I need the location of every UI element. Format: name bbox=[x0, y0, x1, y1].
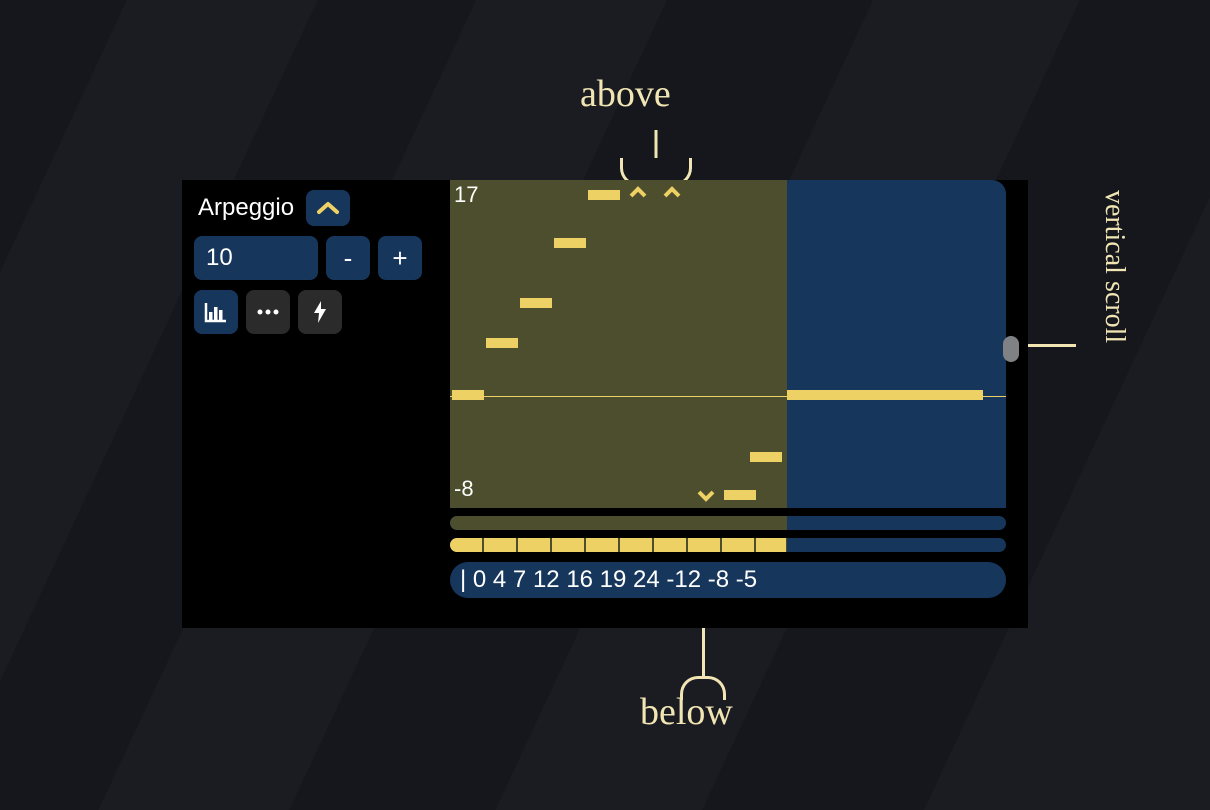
sub-track-2[interactable] bbox=[450, 538, 1006, 552]
axis-top-label: 17 bbox=[454, 182, 478, 208]
controls-column: Arpeggio 10 - + bbox=[182, 180, 450, 628]
axis-bottom-label: -8 bbox=[454, 476, 474, 502]
step-bar[interactable] bbox=[750, 452, 782, 462]
graph-mode-button[interactable] bbox=[194, 290, 238, 334]
vertical-scroll-thumb[interactable] bbox=[1003, 336, 1019, 362]
vertical-scroll-track[interactable] bbox=[1004, 180, 1018, 508]
sub-track-1[interactable] bbox=[450, 516, 1006, 530]
overflow-above-icon bbox=[656, 182, 688, 202]
bolt-icon bbox=[312, 300, 328, 324]
step-bar[interactable] bbox=[452, 390, 484, 400]
ellipsis-icon bbox=[256, 308, 280, 316]
bar-chart-icon bbox=[204, 301, 228, 323]
active-zone bbox=[450, 516, 787, 530]
step-bar[interactable] bbox=[588, 190, 620, 200]
step-bar[interactable] bbox=[486, 338, 518, 348]
step-count-value: 10 bbox=[206, 244, 233, 272]
sequence-input[interactable]: | 0 4 7 12 16 19 24 -12 -8 -5 bbox=[450, 562, 1006, 598]
annotation-above: above bbox=[580, 72, 671, 116]
annotation-vscroll: vertical scroll bbox=[1098, 190, 1130, 343]
bolt-button[interactable] bbox=[298, 290, 342, 334]
editor-area: 17 -8 bbox=[450, 180, 1028, 628]
step-chart[interactable]: 17 -8 bbox=[450, 180, 1006, 508]
brace-below bbox=[680, 676, 726, 700]
sequence-text: | 0 4 7 12 16 19 24 -12 -8 -5 bbox=[460, 566, 757, 594]
collapse-button[interactable] bbox=[306, 190, 350, 226]
step-count-input[interactable]: 10 bbox=[194, 236, 318, 280]
overflow-below-icon bbox=[690, 486, 722, 506]
overflow-above-icon bbox=[622, 182, 654, 202]
step-bar[interactable] bbox=[787, 390, 983, 400]
step-bar[interactable] bbox=[554, 238, 586, 248]
panel-title: Arpeggio bbox=[194, 192, 298, 224]
increment-button[interactable]: + bbox=[378, 236, 422, 280]
step-bar[interactable] bbox=[724, 490, 756, 500]
step-bar[interactable] bbox=[520, 298, 552, 308]
arpeggio-panel: Arpeggio 10 - + bbox=[182, 180, 1028, 628]
chevron-up-icon bbox=[317, 201, 339, 215]
more-options-button[interactable] bbox=[246, 290, 290, 334]
decrement-button[interactable]: - bbox=[326, 236, 370, 280]
